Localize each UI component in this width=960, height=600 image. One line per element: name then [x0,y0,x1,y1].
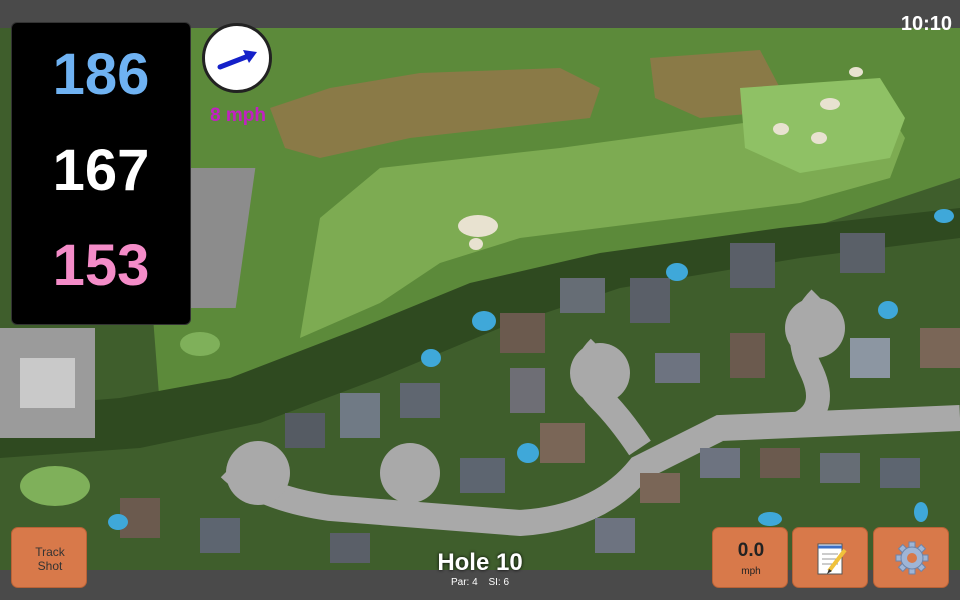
track-shot-label-line2: Shot [37,559,63,573]
distance-panel: 186 167 153 [11,22,191,325]
notes-button[interactable] [792,527,868,588]
front-distance: 153 [52,233,150,298]
speed-unit: mph [741,566,761,577]
track-shot-button[interactable]: Track Shot [11,527,87,588]
si-label: SI: 6 [488,577,510,588]
hole-title: Hole 10 [437,549,523,576]
middle-distance: 167 [52,138,150,203]
settings-button[interactable] [873,527,949,588]
notepad-icon [817,543,847,575]
hole-info: Par: 4 SI: 6 [380,577,580,588]
gear-icon [895,541,929,575]
wind-speed: 8 mph [210,105,266,126]
wind-indicator [202,23,272,93]
speed-value: 0.0 [737,540,765,561]
back-distance: 186 [52,42,150,107]
speed-button[interactable]: 0.0 mph [712,527,788,588]
clock: 10:10 [900,13,952,35]
wind-arrow-icon [217,50,257,70]
par-label: Par: 4 [450,577,478,588]
track-shot-label-line1: Track [35,545,65,559]
